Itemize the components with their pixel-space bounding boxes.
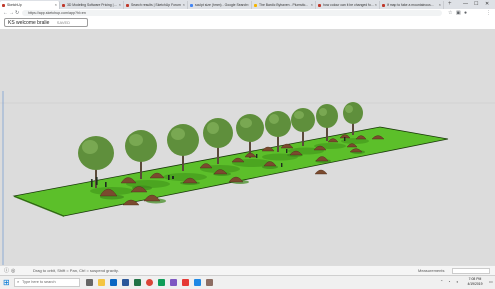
tab-title: If map to fake a mountainous... bbox=[387, 3, 434, 7]
tab-title: 3D Modeling Software Pricing | ... bbox=[67, 3, 118, 7]
google-favicon-icon bbox=[190, 3, 193, 7]
person bbox=[344, 137, 346, 141]
maximize-button[interactable]: ☐ bbox=[474, 0, 478, 8]
model-title: KS welcome bralie bbox=[8, 20, 50, 26]
person bbox=[91, 181, 93, 187]
volume-icon[interactable]: ◖ bbox=[456, 279, 458, 284]
person bbox=[96, 179, 98, 185]
profile-icon[interactable]: ● bbox=[464, 9, 467, 17]
taskbar-search-field[interactable]: ⌕ Type here to search bbox=[14, 278, 80, 287]
task-view-icon[interactable] bbox=[86, 279, 93, 286]
notifications-icon[interactable]: ▭ bbox=[489, 279, 493, 284]
app-icon[interactable] bbox=[158, 279, 165, 286]
scene-canvas bbox=[0, 91, 495, 265]
search-icon: ⌕ bbox=[17, 280, 20, 284]
menu-kebab-icon[interactable]: ⋮ bbox=[486, 9, 491, 17]
close-tab-icon[interactable]: × bbox=[119, 1, 121, 9]
file-explorer-icon[interactable] bbox=[98, 279, 105, 286]
favicon-icon bbox=[318, 3, 321, 7]
person bbox=[281, 163, 283, 167]
close-tab-icon[interactable]: × bbox=[439, 1, 441, 9]
close-tab-icon[interactable]: × bbox=[183, 1, 185, 9]
url-text: https://app.sketchup.com/app?hl=en bbox=[28, 11, 86, 15]
reload-icon[interactable]: ↻ bbox=[15, 9, 19, 17]
model-title-field[interactable]: KS welcome bralie SAVED bbox=[4, 18, 88, 27]
tab-title: Search results | SketchUp Forum bbox=[131, 3, 181, 7]
new-tab-button[interactable]: + bbox=[448, 0, 452, 9]
os-taskbar: ⊞ ⌕ Type here to search ⌃ ◔ ◖ 7:08 PM 4/… bbox=[0, 275, 495, 289]
person bbox=[105, 182, 107, 187]
tab-colour[interactable]: how colour can it be changed fo... × bbox=[316, 1, 380, 9]
close-tab-icon[interactable]: × bbox=[55, 1, 57, 9]
edge-icon[interactable] bbox=[110, 279, 117, 286]
close-tab-icon[interactable]: × bbox=[375, 1, 377, 9]
excel-icon[interactable] bbox=[134, 279, 141, 286]
chrome-icon[interactable] bbox=[146, 279, 153, 286]
person bbox=[95, 177, 98, 179]
tree bbox=[343, 102, 363, 135]
back-arrow-icon[interactable]: ← bbox=[3, 9, 8, 17]
app-icon[interactable] bbox=[170, 279, 177, 286]
clock-date: 4/19/2019 bbox=[467, 282, 483, 286]
tab-title: how colour can it be changed fo... bbox=[323, 3, 374, 7]
tab-title: SketchUp bbox=[7, 3, 22, 7]
tab-google-search[interactable]: sculpt size (hmm) - Google Search × bbox=[188, 1, 252, 9]
person bbox=[286, 149, 288, 153]
url-input[interactable]: https://app.sketchup.com/app?hl=en bbox=[22, 10, 442, 16]
close-tab-icon[interactable]: × bbox=[311, 1, 313, 9]
network-icon[interactable]: ◔ bbox=[448, 279, 450, 284]
favicon-icon bbox=[62, 3, 65, 7]
close-window-button[interactable]: ✕ bbox=[485, 0, 489, 8]
windows-start-icon[interactable]: ⊞ bbox=[3, 277, 10, 288]
search-placeholder: Type here to search bbox=[22, 280, 56, 284]
minimize-button[interactable]: — bbox=[463, 0, 468, 8]
browser-tab-strip: SketchUp × 3D Modeling Software Pricing … bbox=[0, 0, 495, 9]
mound bbox=[314, 169, 328, 175]
model-viewport[interactable] bbox=[0, 29, 495, 265]
app-icon[interactable] bbox=[206, 279, 213, 286]
person bbox=[168, 175, 170, 180]
favicon-icon bbox=[382, 3, 385, 7]
tab-bardic[interactable]: The Bardic Byhaven - Plumstic... × bbox=[252, 1, 316, 9]
favicon-icon bbox=[254, 3, 257, 7]
app-icon[interactable] bbox=[182, 279, 189, 286]
tab-title: The Bardic Byhaven - Plumstic... bbox=[259, 3, 309, 7]
extension-icon[interactable]: ▣ bbox=[456, 9, 461, 17]
measurements-input[interactable] bbox=[452, 268, 490, 274]
word-icon[interactable] bbox=[122, 279, 129, 286]
clock[interactable]: 7:08 PM 4/19/2019 bbox=[463, 277, 487, 287]
tab-mountain[interactable]: If map to fake a mountainous... × bbox=[380, 1, 444, 9]
sketchup-favicon-icon bbox=[2, 3, 5, 7]
tab-forum[interactable]: Search results | SketchUp Forum × bbox=[124, 1, 188, 9]
tab-title: sculpt size (hmm) - Google Search bbox=[195, 3, 248, 7]
person bbox=[90, 179, 93, 181]
close-tab-icon[interactable]: × bbox=[247, 1, 249, 9]
tray-chevron-icon[interactable]: ⌃ bbox=[440, 279, 443, 284]
star-icon[interactable]: ☆ bbox=[448, 9, 452, 17]
tab-sketchup[interactable]: SketchUp × bbox=[0, 1, 60, 9]
app-header: KS welcome bralie SAVED bbox=[0, 17, 495, 29]
favicon-icon bbox=[126, 3, 129, 7]
app-icon[interactable] bbox=[194, 279, 201, 286]
cart bbox=[172, 176, 174, 179]
save-status: SAVED bbox=[56, 20, 71, 25]
person bbox=[256, 154, 258, 158]
forward-arrow-icon[interactable]: → bbox=[9, 9, 14, 17]
tab-pricing[interactable]: 3D Modeling Software Pricing | ... × bbox=[60, 1, 124, 9]
